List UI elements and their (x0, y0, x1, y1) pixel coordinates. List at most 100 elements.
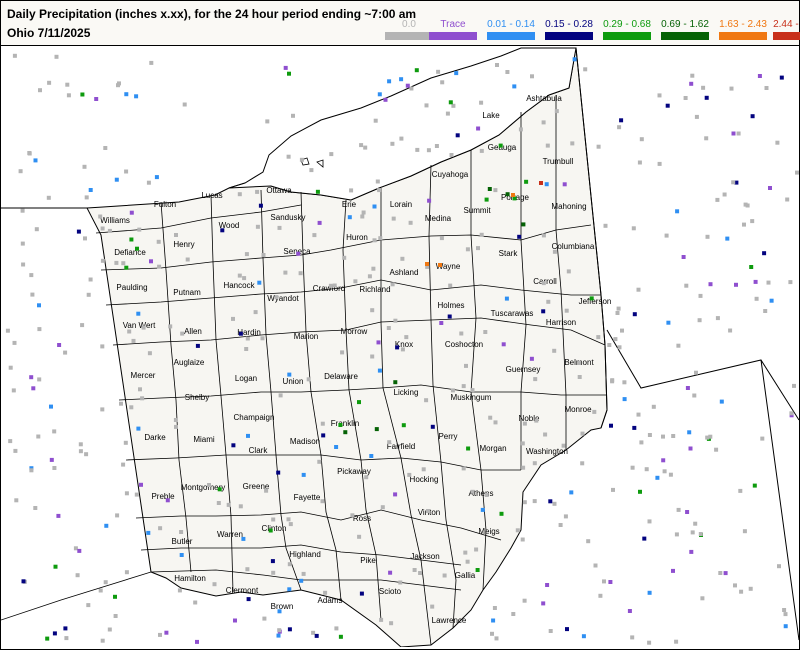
station-marker (598, 593, 603, 598)
station-marker (386, 326, 391, 330)
station-marker (719, 399, 724, 404)
station-marker (543, 432, 548, 437)
station-marker (524, 179, 529, 184)
station-marker (332, 283, 337, 288)
station-marker (455, 133, 460, 138)
county-label: Meigs (478, 527, 499, 536)
station-marker (53, 564, 58, 569)
station-marker (611, 487, 615, 492)
county-label: Williams (100, 216, 130, 225)
station-marker (603, 223, 608, 228)
station-marker (195, 639, 199, 644)
county-label: Wyandot (267, 294, 299, 303)
station-marker (390, 141, 395, 146)
station-marker (639, 137, 644, 142)
station-marker (76, 229, 81, 234)
station-marker (705, 234, 710, 239)
station-marker (522, 598, 527, 603)
station-marker (63, 626, 68, 631)
station-marker (299, 157, 304, 162)
station-marker (426, 148, 431, 153)
station-marker (688, 446, 693, 451)
station-marker (583, 67, 588, 72)
station-marker (569, 490, 574, 495)
station-marker (484, 197, 489, 202)
county-label: Summit (463, 206, 491, 215)
station-marker (752, 483, 757, 488)
county-label: Holmes (437, 301, 464, 310)
legend-label: 0.69 - 1.62 (661, 19, 709, 30)
station-marker (491, 618, 496, 623)
station-marker (390, 282, 395, 287)
station-marker (253, 310, 258, 315)
county-label: Mahoning (551, 202, 586, 211)
station-marker (298, 271, 303, 276)
station-marker (168, 324, 173, 329)
station-marker (552, 501, 557, 506)
station-marker (82, 164, 87, 169)
station-marker (146, 180, 151, 185)
station-marker (608, 580, 613, 584)
station-marker (260, 336, 265, 341)
station-marker (479, 148, 484, 153)
station-marker (530, 74, 534, 79)
station-marker (421, 467, 426, 472)
station-marker (404, 335, 409, 340)
station-marker (113, 594, 117, 599)
county-label: Lawrence (432, 616, 467, 625)
station-marker (77, 548, 82, 553)
station-marker (180, 331, 185, 336)
station-marker (131, 338, 136, 343)
station-marker (484, 493, 489, 497)
station-marker (532, 499, 537, 504)
station-marker (137, 227, 142, 232)
station-marker (29, 273, 34, 278)
station-marker (668, 472, 673, 477)
station-marker (311, 630, 316, 635)
station-marker (271, 517, 276, 522)
station-marker (287, 71, 291, 76)
station-marker (439, 321, 444, 325)
county-label: Medina (425, 214, 452, 223)
station-marker (470, 489, 475, 494)
station-marker (88, 188, 93, 192)
county-label: Lorain (390, 200, 412, 209)
station-marker (592, 409, 597, 414)
station-marker (30, 292, 35, 297)
station-marker (33, 158, 38, 163)
station-marker (782, 608, 787, 612)
station-marker (689, 549, 694, 554)
station-marker (12, 340, 17, 345)
station-marker (777, 564, 781, 569)
county-label: Highland (289, 550, 321, 559)
county-label: Franklin (331, 419, 359, 428)
station-marker (78, 449, 83, 454)
station-marker (488, 415, 493, 420)
station-marker (37, 377, 42, 382)
county-label: Morrow (341, 327, 368, 336)
station-marker (501, 342, 506, 347)
station-marker (562, 182, 567, 187)
legend-item: 0.15 - 0.28 (545, 20, 593, 40)
station-marker (685, 386, 690, 390)
station-marker (561, 443, 566, 448)
legend-swatch (385, 32, 433, 40)
station-marker (277, 628, 282, 633)
station-marker (287, 587, 292, 592)
county-label: Monroe (564, 405, 592, 414)
station-marker (783, 624, 788, 629)
station-marker (139, 482, 143, 487)
station-marker (685, 510, 690, 514)
station-marker (690, 530, 695, 535)
station-marker (255, 189, 260, 194)
station-marker (657, 161, 662, 166)
legend-item: 0.29 - 0.68 (603, 20, 651, 40)
station-marker (631, 226, 636, 231)
county-label: Erie (342, 200, 357, 209)
station-marker (347, 215, 352, 220)
station-marker (490, 631, 494, 636)
station-marker (367, 274, 372, 279)
station-marker (255, 224, 260, 229)
station-marker (18, 169, 23, 174)
station-marker (84, 452, 89, 457)
